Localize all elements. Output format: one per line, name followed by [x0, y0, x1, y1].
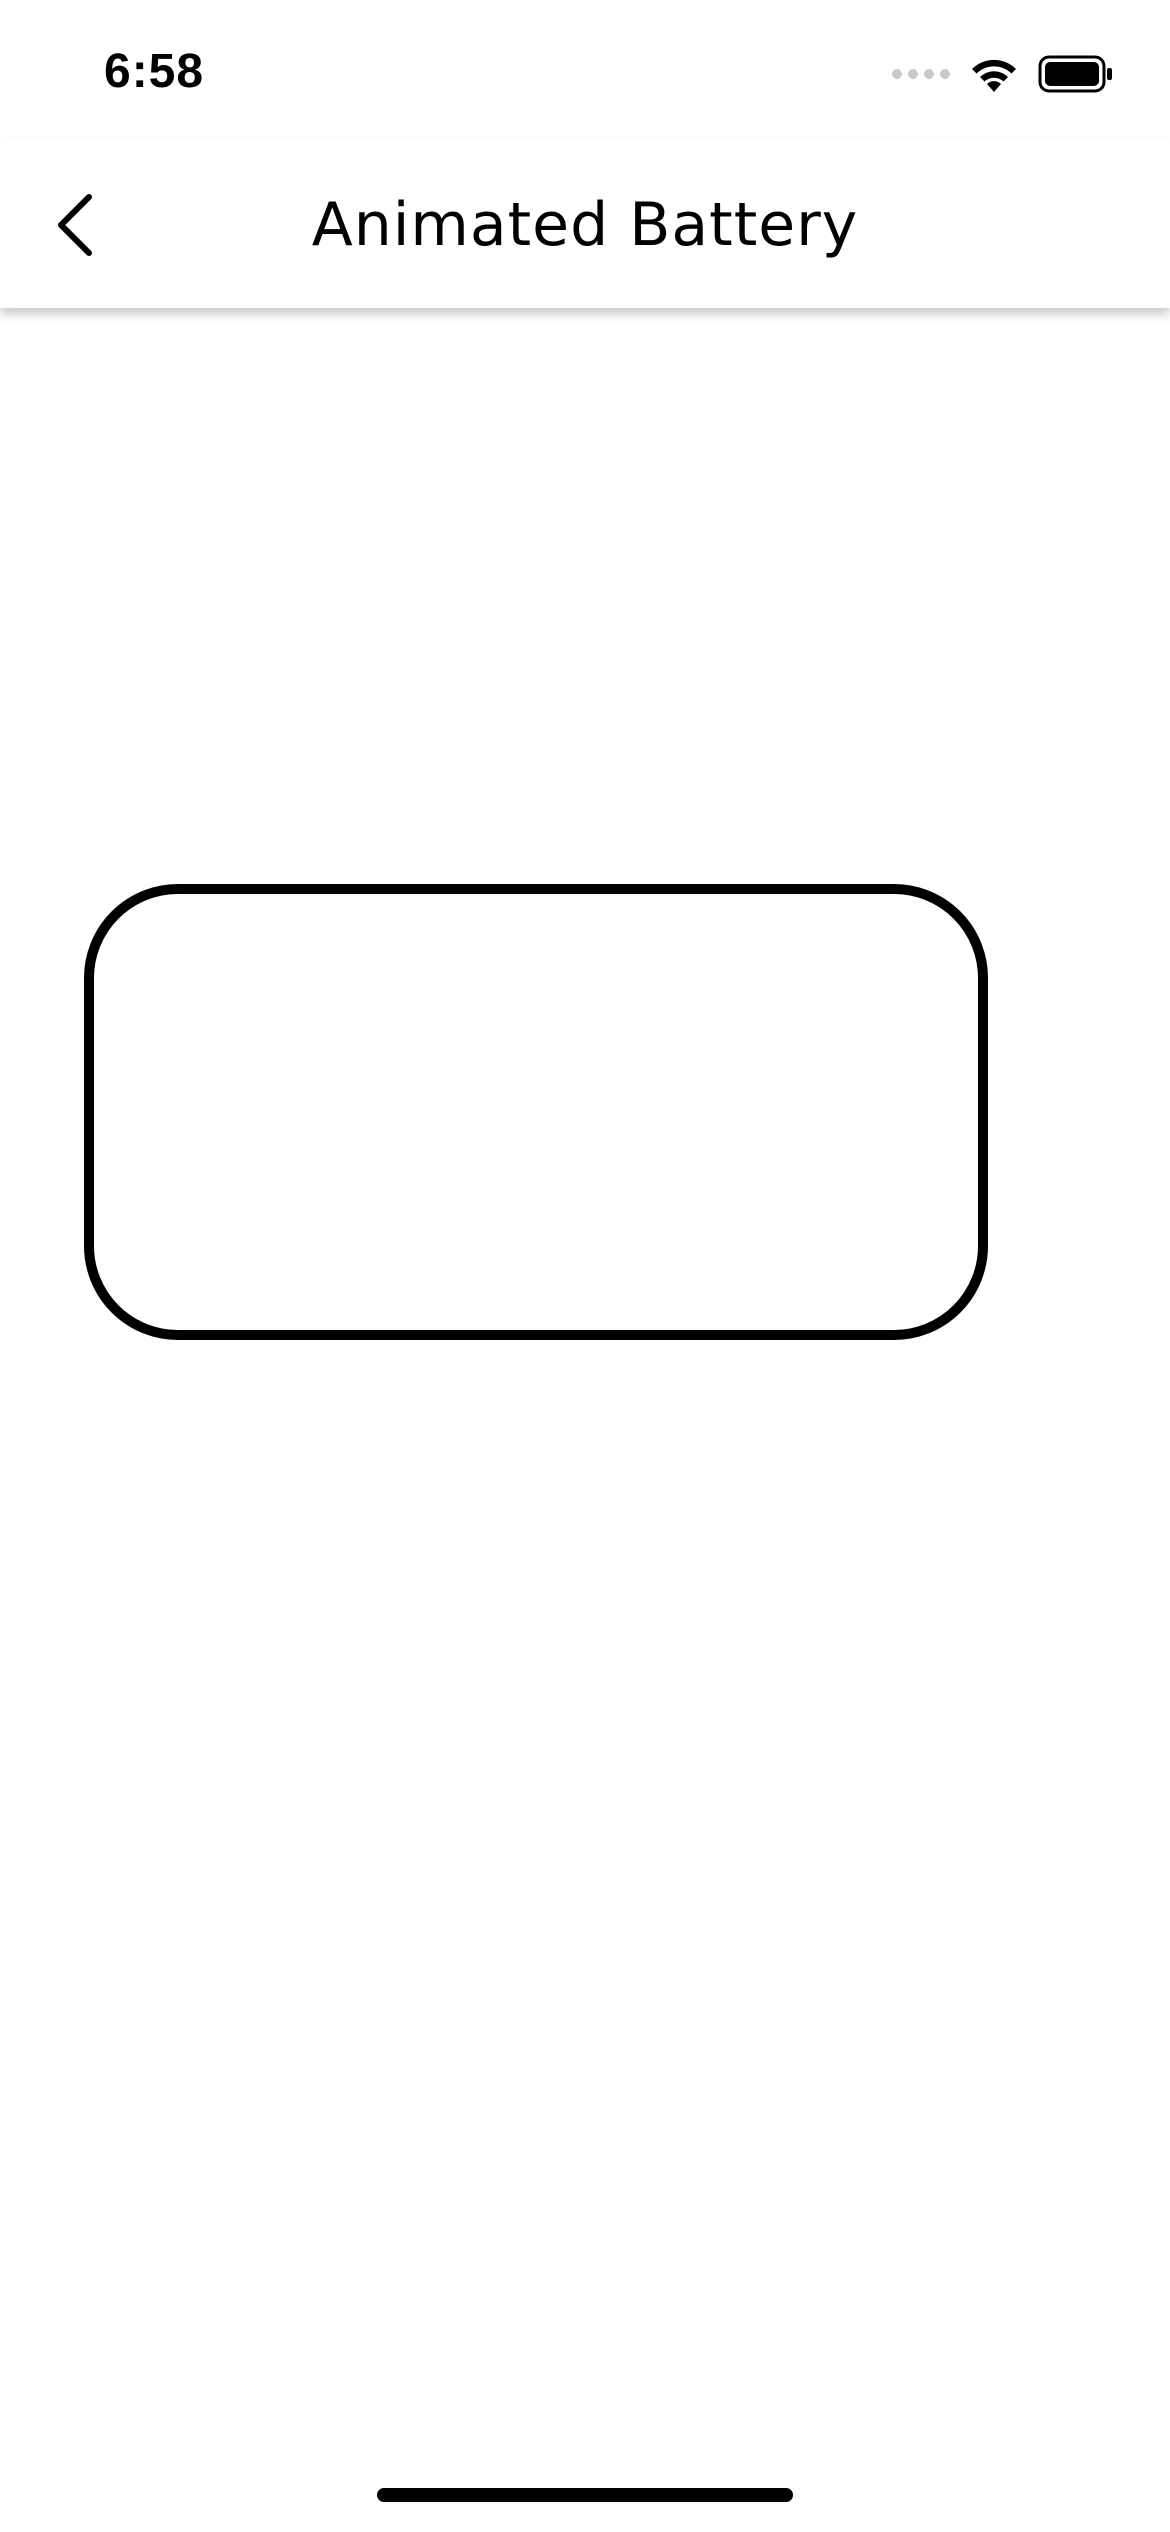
- main-content: [0, 308, 1170, 2532]
- animated-battery: [84, 884, 988, 1340]
- battery-icon: [1038, 55, 1112, 93]
- app-screen: 6:58 Animated Battery: [0, 0, 1170, 2532]
- page-title: Animated Battery: [311, 190, 859, 260]
- home-indicator[interactable]: [377, 2488, 793, 2502]
- status-bar: 6:58: [0, 0, 1170, 140]
- navigation-bar: Animated Battery: [0, 140, 1170, 308]
- status-time: 6:58: [104, 45, 205, 98]
- status-icons: [892, 54, 1114, 94]
- cellular-signal-icon: [892, 69, 950, 79]
- wifi-icon: [972, 59, 1016, 92]
